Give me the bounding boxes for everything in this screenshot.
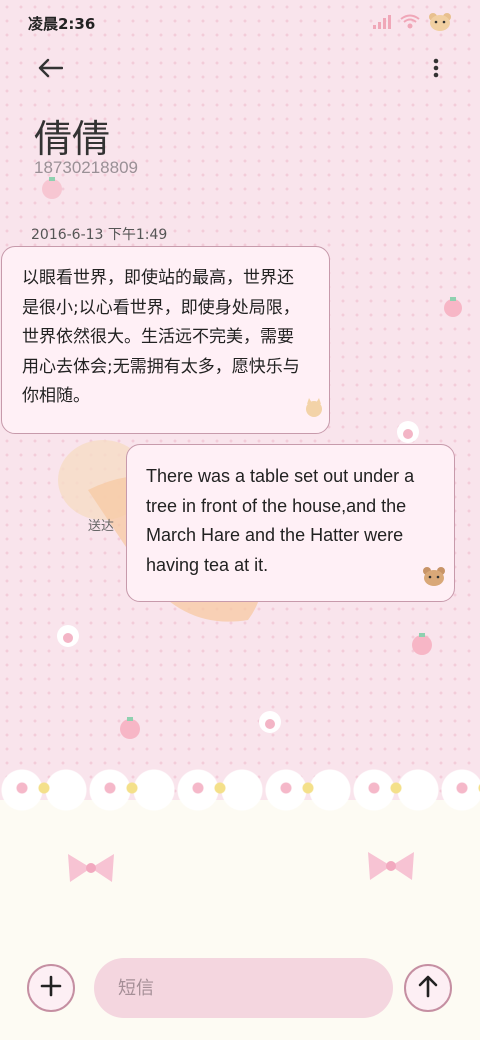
message-input[interactable] (94, 958, 393, 1018)
cat-icon (303, 397, 325, 430)
message-timestamp: 2016-6-13 下午1:49 (31, 227, 168, 243)
outgoing-message-bubble[interactable]: There was a table set out under a tree i… (126, 444, 455, 602)
status-bar: 凌晨2:36 (0, 0, 480, 44)
add-attachment-button[interactable] (27, 964, 75, 1012)
more-vertical-icon (433, 58, 439, 82)
bow-decoration (364, 848, 418, 888)
strawberry-decoration (442, 296, 464, 322)
status-icons (372, 12, 452, 36)
bear-icon (422, 566, 446, 598)
more-options-button[interactable] (428, 52, 444, 88)
strawberry-decoration (118, 716, 142, 744)
strawberry-decoration (40, 176, 64, 204)
status-time: 凌晨2:36 (28, 15, 96, 33)
paw-decoration (54, 622, 82, 654)
bear-icon (428, 12, 452, 36)
plus-icon (40, 975, 62, 1001)
signal-icon (372, 14, 392, 34)
arrow-left-icon (37, 58, 64, 82)
send-button[interactable] (404, 964, 452, 1012)
contact-name: 倩倩 (34, 117, 111, 161)
strawberry-decoration (410, 632, 434, 660)
message-text: There was a table set out under a tree i… (146, 466, 415, 575)
contact-number: 18730218809 (34, 158, 139, 177)
lace-dots (0, 760, 480, 820)
incoming-message-bubble[interactable]: 以眼看世界，即使站的最高，世界还是很小;以心看世界，即使身处局限，世界依然很大。… (1, 246, 330, 434)
composer-bar (0, 950, 480, 1040)
wifi-icon (400, 14, 420, 34)
bow-decoration (64, 850, 118, 890)
delivery-status: 送达 (88, 519, 115, 534)
paw-decoration (256, 708, 284, 740)
back-button[interactable] (30, 52, 70, 88)
top-bar (0, 48, 480, 92)
message-text: 以眼看世界，即使站的最高，世界还是很小;以心看世界，即使身处局限，世界依然很大。… (22, 268, 300, 406)
arrow-up-icon (417, 974, 439, 1002)
